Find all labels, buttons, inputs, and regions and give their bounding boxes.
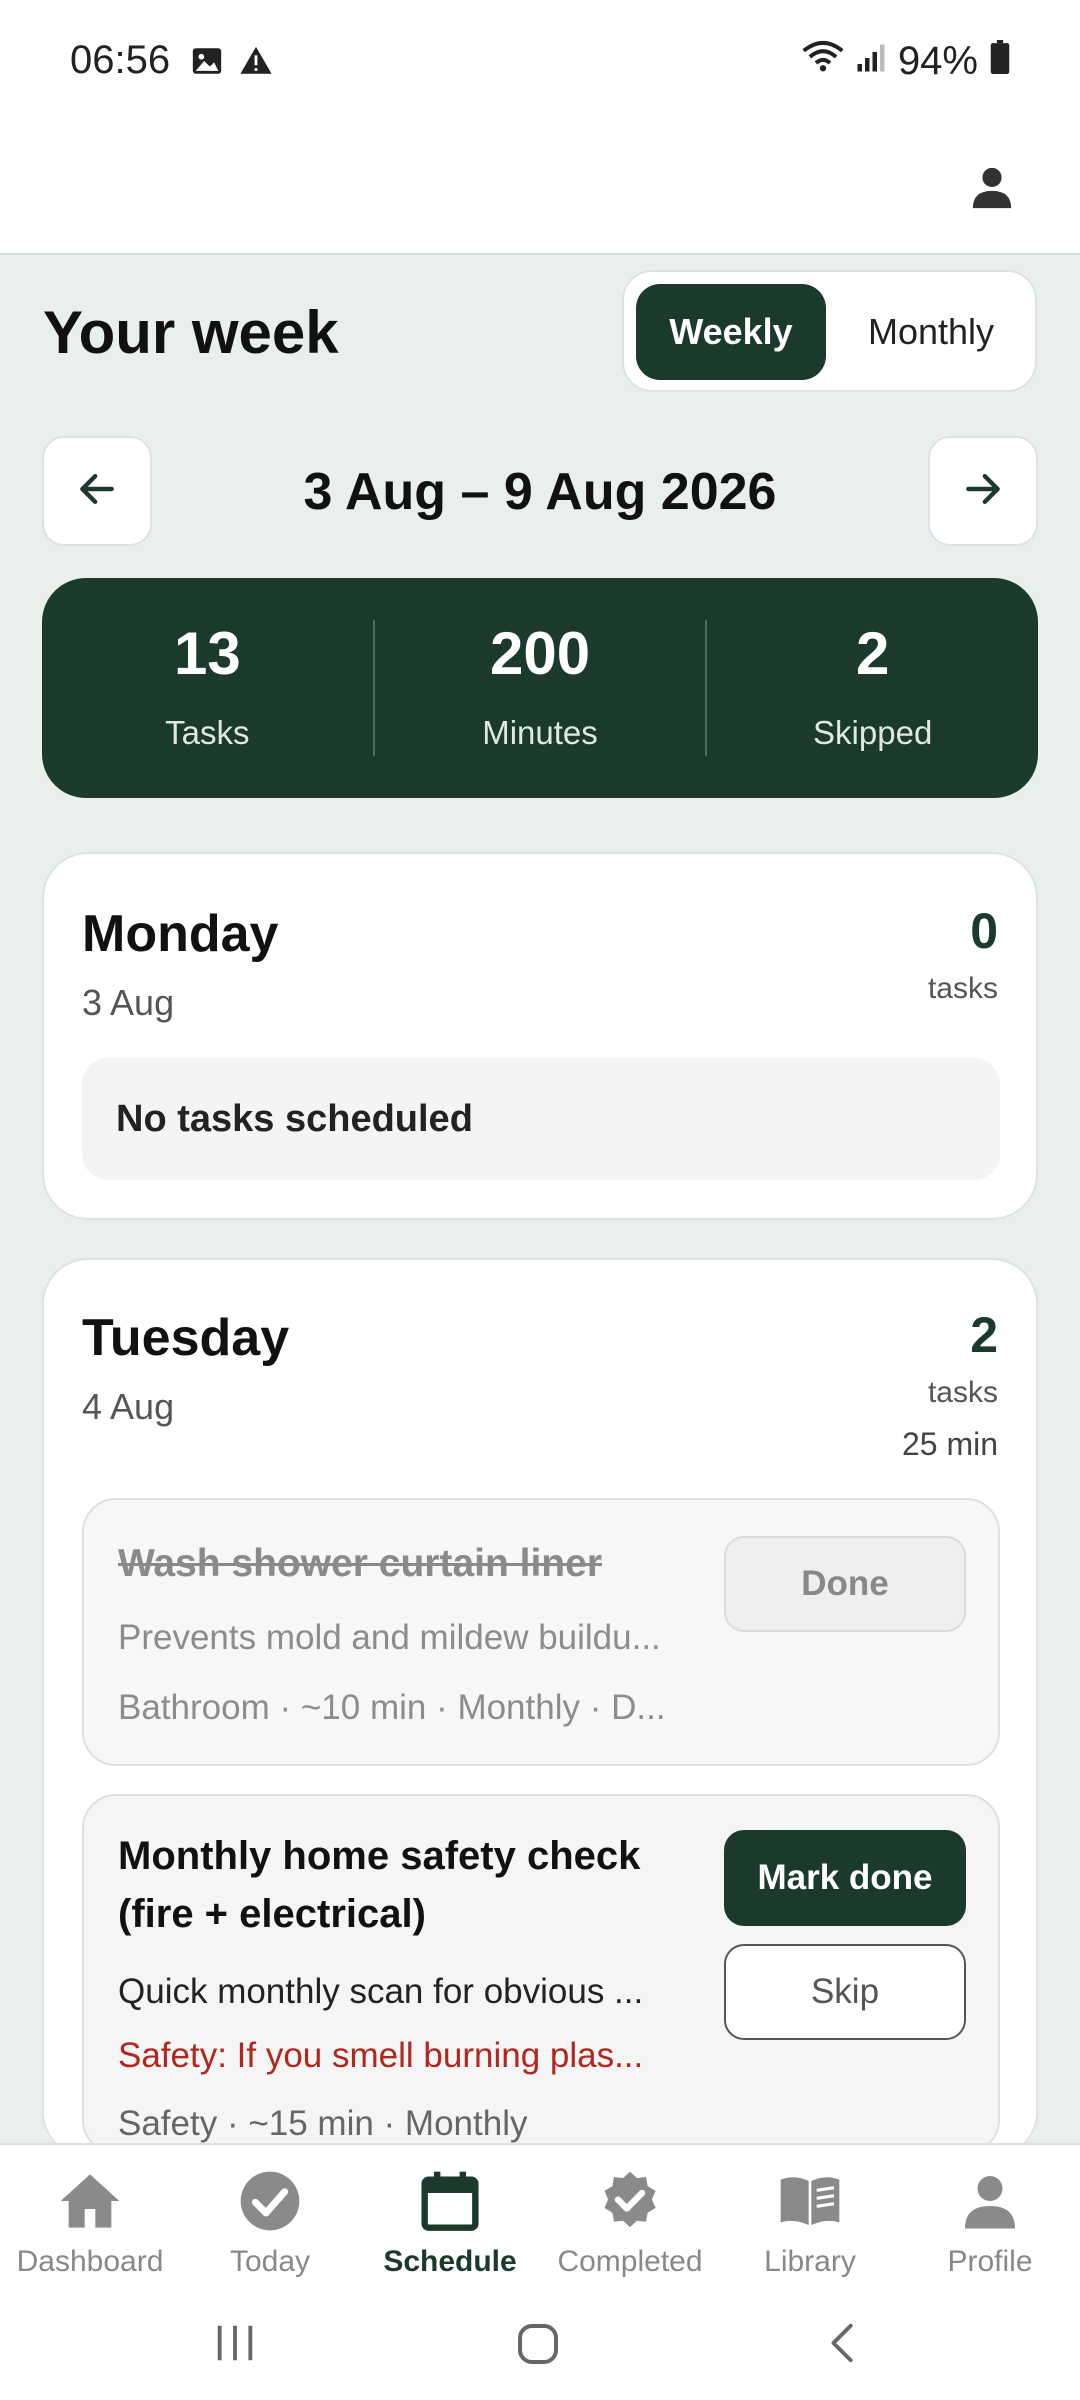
stat-minutes: 200 Minutes <box>375 624 706 752</box>
week-range-label: 3 Aug – 9 Aug 2026 <box>303 463 777 521</box>
stat-label: Tasks <box>165 714 250 751</box>
badge-check-icon <box>594 2165 666 2237</box>
stat-skipped: 2 Skipped <box>707 624 1038 752</box>
day-task-count: 0 <box>970 903 998 959</box>
task-title: Wash shower curtain liner <box>118 1542 602 1585</box>
nav-label: Profile <box>947 2245 1033 2278</box>
status-bar: 06:56 94% <box>0 0 1080 125</box>
task-title-line2: (fire + electrical) <box>118 1892 426 1936</box>
nav-item-today[interactable]: Today <box>180 2145 360 2290</box>
arrow-left-icon <box>75 467 119 516</box>
task-card-open[interactable]: Monthly home safety check (fire + electr… <box>82 1794 1000 2154</box>
signal-icon <box>856 39 886 84</box>
toggle-monthly-button[interactable]: Monthly <box>836 284 1026 380</box>
check-circle-icon <box>234 2165 306 2237</box>
page-title: Your week <box>43 299 339 366</box>
home-button-icon[interactable] <box>514 2320 562 2373</box>
nav-item-dashboard[interactable]: Dashboard <box>0 2145 180 2290</box>
status-system-icons: 94% <box>802 38 1010 84</box>
skip-button[interactable]: Skip <box>724 1944 966 2040</box>
warning-icon <box>238 44 274 83</box>
person-icon <box>954 2165 1026 2237</box>
day-date: 3 Aug <box>82 982 175 1023</box>
status-time: 06:56 <box>70 38 171 82</box>
back-icon[interactable] <box>820 2320 866 2371</box>
nav-item-library[interactable]: Library <box>720 2145 900 2290</box>
day-card-tuesday: Tuesday 4 Aug 2 tasks 25 min Wash shower… <box>42 1258 1038 2158</box>
stat-value: 13 <box>173 620 241 687</box>
mark-done-button[interactable]: Mark done <box>724 1830 966 1926</box>
task-title-line1: Monthly home safety check <box>118 1834 641 1878</box>
stat-tasks: 13 Tasks <box>42 624 373 752</box>
nav-item-profile[interactable]: Profile <box>900 2145 1080 2290</box>
task-description: Quick monthly scan for obvious ... <box>118 1972 644 2011</box>
nav-item-completed[interactable]: Completed <box>540 2145 720 2290</box>
calendar-icon <box>414 2165 486 2237</box>
battery-level: 94% <box>897 38 978 83</box>
stat-label: Skipped <box>813 714 933 751</box>
stat-value: 200 <box>489 620 591 687</box>
nav-item-schedule[interactable]: Schedule <box>360 2145 540 2290</box>
task-description: Prevents mold and mildew buildu... <box>118 1618 661 1657</box>
view-toggle: Weekly Monthly <box>622 270 1037 392</box>
status-notification-icons <box>190 44 274 83</box>
wifi-icon <box>802 38 844 84</box>
nav-label: Schedule <box>383 2245 517 2278</box>
arrow-right-icon <box>961 467 1005 516</box>
empty-state: No tasks scheduled <box>82 1058 1000 1180</box>
recent-apps-icon[interactable] <box>212 2320 258 2371</box>
bottom-navigation: Dashboard Today Schedule Completed Libra… <box>0 2143 1080 2290</box>
next-week-button[interactable] <box>928 436 1038 546</box>
previous-week-button[interactable] <box>42 436 152 546</box>
nav-label: Dashboard <box>16 2245 164 2278</box>
day-name: Monday <box>82 905 279 963</box>
day-minutes: 25 min <box>901 1426 998 1462</box>
home-icon <box>54 2165 126 2237</box>
system-navigation-bar <box>0 2290 1080 2400</box>
task-meta: Safety · ~15 min · Monthly <box>118 2104 528 2143</box>
image-icon <box>190 44 224 83</box>
day-date: 4 Aug <box>82 1386 175 1427</box>
week-stats-card: 13 Tasks 200 Minutes 2 Skipped <box>42 578 1038 798</box>
book-icon <box>774 2165 846 2237</box>
nav-label: Library <box>764 2245 856 2278</box>
task-meta: Bathroom · ~10 min · Monthly · D... <box>118 1688 666 1727</box>
day-card-monday: Monday 3 Aug 0 tasks No tasks scheduled <box>42 852 1038 1220</box>
day-task-count-label: tasks <box>927 972 998 1005</box>
nav-label: Completed <box>557 2245 703 2278</box>
task-card-done[interactable]: Wash shower curtain liner Prevents mold … <box>82 1498 1000 1766</box>
stat-label: Minutes <box>482 714 598 751</box>
toggle-weekly-button[interactable]: Weekly <box>636 284 826 380</box>
day-task-count-label: tasks <box>927 1376 998 1409</box>
task-safety-warning: Safety: If you smell burning plas... <box>118 2036 644 2075</box>
app-bar <box>0 125 1080 255</box>
day-name: Tuesday <box>82 1309 290 1367</box>
done-button[interactable]: Done <box>724 1536 966 1632</box>
account-button[interactable] <box>952 149 1032 229</box>
day-task-count: 2 <box>970 1307 998 1363</box>
nav-label: Today <box>229 2245 311 2278</box>
stat-value: 2 <box>855 620 890 687</box>
person-icon <box>969 164 1015 215</box>
battery-icon <box>990 39 1010 84</box>
